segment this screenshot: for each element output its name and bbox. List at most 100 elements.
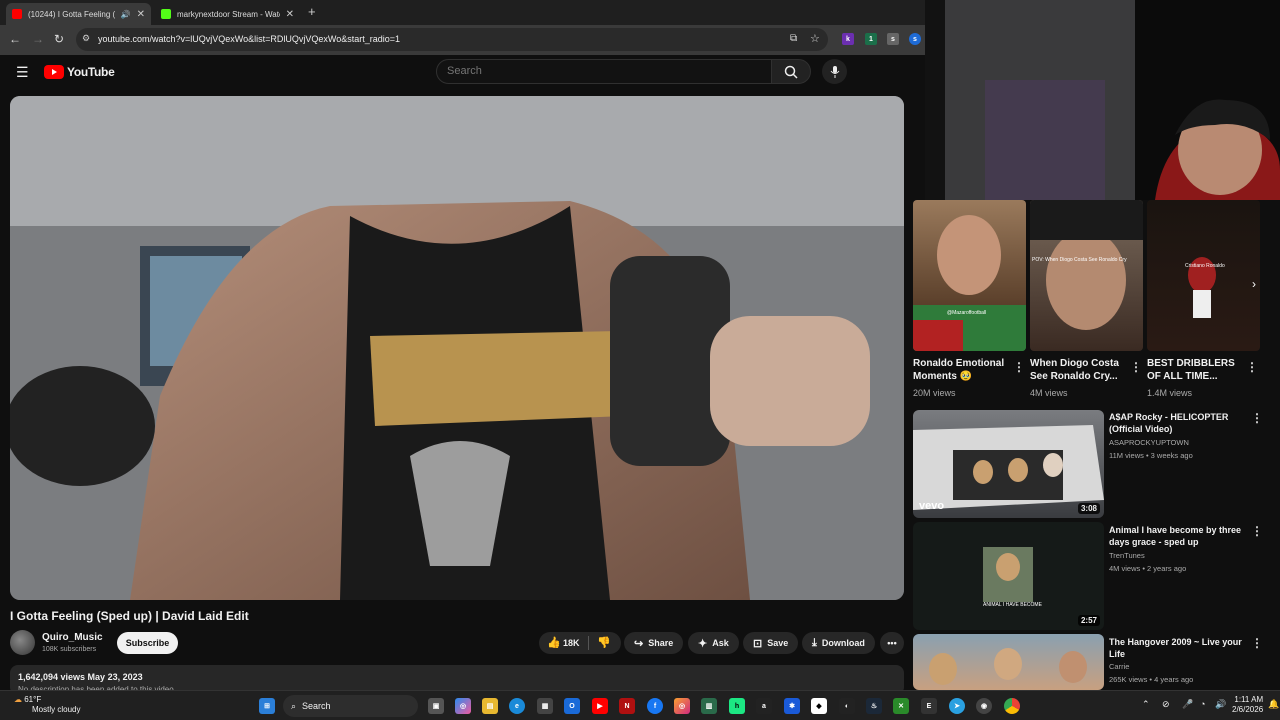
start-icon[interactable]: ⊞ — [259, 698, 275, 714]
task-view-icon[interactable]: ▣ — [428, 698, 444, 714]
channel-avatar[interactable] — [10, 630, 35, 655]
outlook-icon[interactable]: O — [564, 698, 580, 714]
bookmark-star-icon[interactable]: ☆ — [810, 32, 820, 45]
youtube-logo[interactable]: YouTube — [44, 65, 115, 79]
more-vertical-icon[interactable]: ⋮ — [1013, 360, 1025, 374]
video-thumbnail[interactable] — [913, 634, 1104, 690]
copilot-icon[interactable]: ◎ — [455, 698, 471, 714]
video-title[interactable]: A$AP Rocky - HELICOPTER (Official Video) — [1109, 411, 1244, 435]
xbox-icon[interactable]: ✕ — [893, 698, 909, 714]
tab-youtube[interactable]: (10244) I Gotta Feeling (Sp… 🔊 ✕ — [6, 3, 151, 25]
extension-puzzle-icon[interactable]: s — [887, 33, 899, 45]
store-icon[interactable]: ▦ — [537, 698, 553, 714]
more-vertical-icon[interactable]: ⋮ — [1251, 411, 1263, 425]
menu-hamburger-icon[interactable]: ☰ — [16, 64, 29, 81]
voice-search-button[interactable] — [822, 59, 847, 84]
video-player[interactable] — [10, 96, 904, 600]
short-thumbnail[interactable]: @Mazaroffootball — [913, 200, 1026, 351]
sparkle-icon: ✦ — [698, 637, 708, 650]
short-image — [1030, 200, 1143, 330]
download-icon: ⤓ — [812, 636, 817, 649]
more-actions-button[interactable]: ••• — [880, 632, 904, 654]
close-tab-icon[interactable]: ✕ — [137, 9, 145, 20]
channel-name[interactable]: TrenTunes — [1109, 551, 1145, 560]
notifications-icon[interactable]: 🔔 — [1268, 699, 1279, 710]
system-clock[interactable]: 1:11 AM 2/6/2026 — [1232, 695, 1263, 715]
obs-icon[interactable]: ◉ — [976, 698, 992, 714]
site-info-icon[interactable]: ⚙ — [82, 33, 90, 44]
short-title[interactable]: Ronaldo Emotional Moments 🥹 — [913, 357, 1008, 383]
channel-name[interactable]: Quiro_Music — [42, 632, 103, 643]
facebook-icon[interactable]: f — [647, 698, 663, 714]
like-button[interactable]: 👍 — [547, 636, 561, 649]
channel-name[interactable]: ASAPROCKYUPTOWN — [1109, 438, 1189, 447]
walmart-icon[interactable]: ✱ — [784, 698, 800, 714]
subscribe-button[interactable]: Subscribe — [117, 632, 178, 654]
forward-icon[interactable]: → — [32, 32, 44, 46]
chevron-up-icon[interactable]: ⌃ — [1142, 699, 1150, 710]
short-title[interactable]: When Diogo Costa See Ronaldo Cry... — [1030, 357, 1125, 383]
back-icon[interactable]: ← — [9, 32, 21, 46]
video-thumbnail[interactable]: vevo 3:08 — [913, 410, 1104, 518]
short-thumbnail[interactable]: POV: When Diogo Costa See Ronaldo Cry — [1030, 200, 1143, 351]
more-horizontal-icon: ••• — [887, 638, 897, 648]
share-button[interactable]: ↪ Share — [624, 632, 684, 654]
shorts-next-chevron-icon[interactable]: › — [1252, 277, 1256, 291]
edge-icon[interactable]: e — [509, 698, 525, 714]
weather-temp: 61°F — [24, 695, 42, 704]
network-off-icon[interactable]: ⊘ — [1162, 699, 1170, 710]
divider — [588, 636, 589, 650]
short-thumbnail[interactable]: Cristiano Ronaldo — [1147, 200, 1260, 351]
like-count[interactable]: 18K — [563, 638, 580, 648]
more-vertical-icon[interactable]: ⋮ — [1251, 524, 1263, 538]
video-title: I Gotta Feeling (Sped up) | David Laid E… — [10, 609, 249, 623]
taskbar-search[interactable]: ⌕ Search — [283, 695, 418, 717]
search-input[interactable] — [447, 65, 747, 77]
more-vertical-icon[interactable]: ⋮ — [1246, 360, 1258, 374]
url-text[interactable]: youtube.com/watch?v=lUQvjVQexWo&list=RDl… — [98, 34, 400, 44]
epic-games-icon[interactable]: E — [921, 698, 937, 714]
microphone-icon[interactable]: 🎤 — [1182, 699, 1193, 710]
extension-k-icon[interactable]: k — [842, 33, 854, 45]
short-overlay-text: @Mazaroffootball — [947, 310, 987, 316]
dislike-button[interactable]: 👎 — [597, 636, 611, 649]
more-vertical-icon[interactable]: ⋮ — [1130, 360, 1142, 374]
search-button[interactable] — [771, 59, 811, 84]
ask-button[interactable]: ✦ Ask — [688, 632, 739, 654]
volume-icon[interactable]: 🔊 — [1215, 699, 1226, 710]
video-title[interactable]: Animal I have become by three days grace… — [1109, 524, 1244, 548]
chrome-icon[interactable] — [1004, 698, 1020, 714]
tab-kick[interactable]: markynextdoor Stream - Watch ✕ — [155, 3, 300, 25]
reload-icon[interactable]: ↻ — [54, 32, 64, 46]
telegram-icon[interactable]: ➤ — [949, 698, 965, 714]
download-button[interactable]: ⤓ Download — [802, 632, 875, 654]
netflix-icon[interactable]: N — [619, 698, 635, 714]
search-box[interactable] — [436, 59, 772, 84]
short-title[interactable]: BEST DRIBBLERS OF ALL TIME... — [1147, 357, 1242, 383]
new-tab-icon[interactable]: + — [308, 4, 316, 19]
hulu-icon[interactable]: h — [729, 698, 745, 714]
extension-speed-icon[interactable]: 1 — [865, 33, 877, 45]
more-vertical-icon[interactable]: ⋮ — [1251, 636, 1263, 650]
file-explorer-icon[interactable]: ▤ — [482, 698, 498, 714]
roblox-icon[interactable]: ◆ — [811, 698, 827, 714]
instagram-icon[interactable]: ◎ — [674, 698, 690, 714]
address-bar[interactable]: ⚙ youtube.com/watch?v=lUQvjVQexWo&list=R… — [76, 28, 828, 51]
app-icon[interactable]: ▥ — [701, 698, 717, 714]
install-app-icon[interactable]: ⧉ — [790, 33, 797, 44]
video-thumbnail[interactable]: ANIMAL I HAVE BECOME 2:57 — [913, 522, 1104, 630]
youtube-app-icon[interactable]: ▶ — [592, 698, 608, 714]
extension-profile-icon[interactable]: s — [909, 33, 921, 45]
weather-widget[interactable]: ☁ 61°F Mostly cloudy — [14, 695, 80, 715]
save-button[interactable]: ⊡ Save — [743, 632, 799, 654]
channel-name[interactable]: Carrie — [1109, 662, 1129, 671]
video-title[interactable]: The Hangover 2009 ~ Live your Life — [1109, 636, 1244, 660]
thumbnail-image — [929, 648, 1087, 685]
ask-label: Ask — [712, 638, 729, 648]
wifi-icon[interactable]: ◔ — [1200, 699, 1205, 709]
amazon-icon[interactable]: a — [756, 698, 772, 714]
app-icon[interactable]: ◐ — [839, 698, 855, 714]
close-tab-icon[interactable]: ✕ — [286, 9, 294, 20]
weather-desc: Mostly cloudy — [32, 705, 81, 714]
steam-icon[interactable]: ♨ — [866, 698, 882, 714]
